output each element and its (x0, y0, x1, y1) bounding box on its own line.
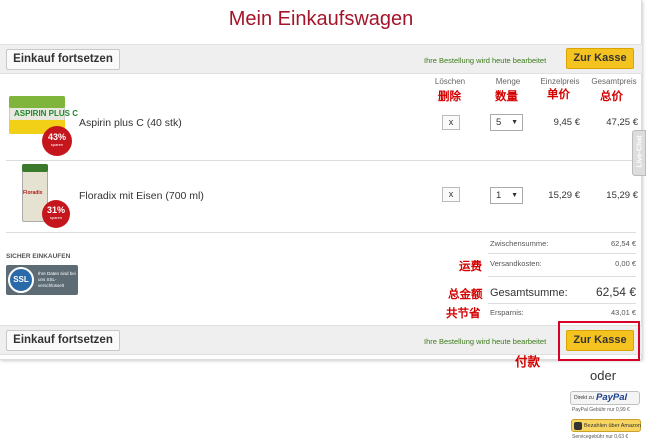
paypal-prefix: Direkt zu (574, 395, 594, 401)
savings-value: 43,01 € (610, 308, 636, 317)
live-chat-label: Live-Chat (636, 135, 644, 168)
quantity-select[interactable]: 1 ▼ (490, 187, 523, 204)
checkout-button-top[interactable]: Zur Kasse (566, 48, 634, 69)
col-quantity: Menge (495, 77, 521, 86)
col-delete: Löschen (434, 77, 466, 86)
annotation-delete: 删除 (438, 91, 461, 103)
total-price: 47,25 € (606, 117, 638, 128)
product-name[interactable]: Aspirin plus C (40 stk) (79, 117, 182, 129)
product-image-aspirin: ASPIRIN PLUS C 43% sparen (6, 90, 78, 156)
amazon-fee: Servicegebühr nur 0,63 € (572, 434, 629, 440)
annotation-shipping: 运费 (459, 261, 482, 273)
annotation-savings: 共节省 (446, 308, 481, 320)
annotation-quantity: 数量 (495, 91, 518, 103)
package-brand: ASPIRIN PLUS C (14, 109, 79, 118)
delete-item-button[interactable]: x (442, 187, 460, 202)
amazon-label: Bezahlen über Amazon (584, 423, 641, 429)
product-image-floradix: Floradix 31% sparen (10, 160, 76, 232)
quantity-select[interactable]: 5 ▼ (490, 114, 523, 131)
savings-label: Ersparnis: (490, 308, 524, 317)
summary-divider (488, 303, 636, 304)
discount-badge: 43% sparen (42, 126, 72, 156)
subtotal-value: 62,54 € (610, 239, 636, 248)
col-total-price: Gesamtpreis (591, 77, 637, 86)
live-chat-tab[interactable]: Live-Chat (632, 130, 646, 176)
paypal-button[interactable]: Direkt zu PayPal (570, 391, 640, 405)
chevron-down-icon: ▼ (511, 192, 518, 199)
amazon-pay-button[interactable]: Bezahlen über Amazon (571, 419, 641, 432)
annotation-total: 总金额 (448, 289, 483, 301)
processing-status: Ihre Bestellung wird heute bearbeitet (424, 337, 547, 346)
paypal-fee: PayPal Gebühr nur 0,99 € (572, 407, 630, 413)
ssl-badge: SSL Ihre Daten sind bei uns SSL-verschlü… (6, 265, 78, 295)
annotation-unit-price: 单价 (547, 89, 570, 101)
chevron-down-icon: ▼ (511, 119, 518, 126)
checkout-highlight-box (558, 321, 640, 361)
total-value: 62,54 € (595, 285, 636, 299)
annotation-checkout: 付款 (515, 355, 541, 369)
annotation-total-price: 总价 (600, 91, 623, 103)
secure-heading: SICHER EINKAUFEN (6, 253, 71, 260)
product-name[interactable]: Floradix mit Eisen (700 ml) (79, 190, 204, 202)
subtotal-label: Zwischensumme: (490, 239, 549, 248)
amazon-icon (574, 422, 582, 430)
bottom-action-bar: Einkauf fortsetzen Ihre Bestellung wird … (0, 325, 642, 355)
continue-shopping-button[interactable]: Einkauf fortsetzen (6, 49, 120, 70)
delete-item-button[interactable]: x (442, 115, 460, 130)
summary-divider (488, 253, 636, 254)
ssl-text: Ihre Daten sind bei uns SSL-verschlüssel… (38, 271, 76, 288)
unit-price: 15,29 € (548, 190, 580, 201)
shipping-value: 0,00 € (615, 259, 636, 268)
row-divider (6, 160, 636, 161)
bottle-box-top (22, 164, 48, 172)
summary-divider (488, 276, 636, 277)
package-band (9, 96, 65, 108)
top-action-bar: Einkauf fortsetzen Ihre Bestellung wird … (0, 44, 642, 74)
package-brand: Floradix (23, 190, 43, 196)
or-label: oder (590, 368, 617, 383)
processing-status: Ihre Bestellung wird heute bearbeitet (424, 56, 547, 65)
row-divider (6, 232, 636, 233)
total-price: 15,29 € (606, 190, 638, 201)
shipping-label: Versandkosten: (490, 259, 542, 268)
ssl-seal: SSL (8, 267, 34, 293)
col-unit-price: Einzelpreis (540, 77, 580, 86)
unit-price: 9,45 € (553, 117, 580, 128)
page-title: Mein Einkaufswagen (228, 8, 414, 30)
paypal-logo: PayPal (596, 392, 628, 403)
discount-badge: 31% sparen (42, 200, 70, 228)
continue-shopping-button[interactable]: Einkauf fortsetzen (6, 330, 120, 351)
total-label: Gesamtsumme: (490, 287, 568, 299)
